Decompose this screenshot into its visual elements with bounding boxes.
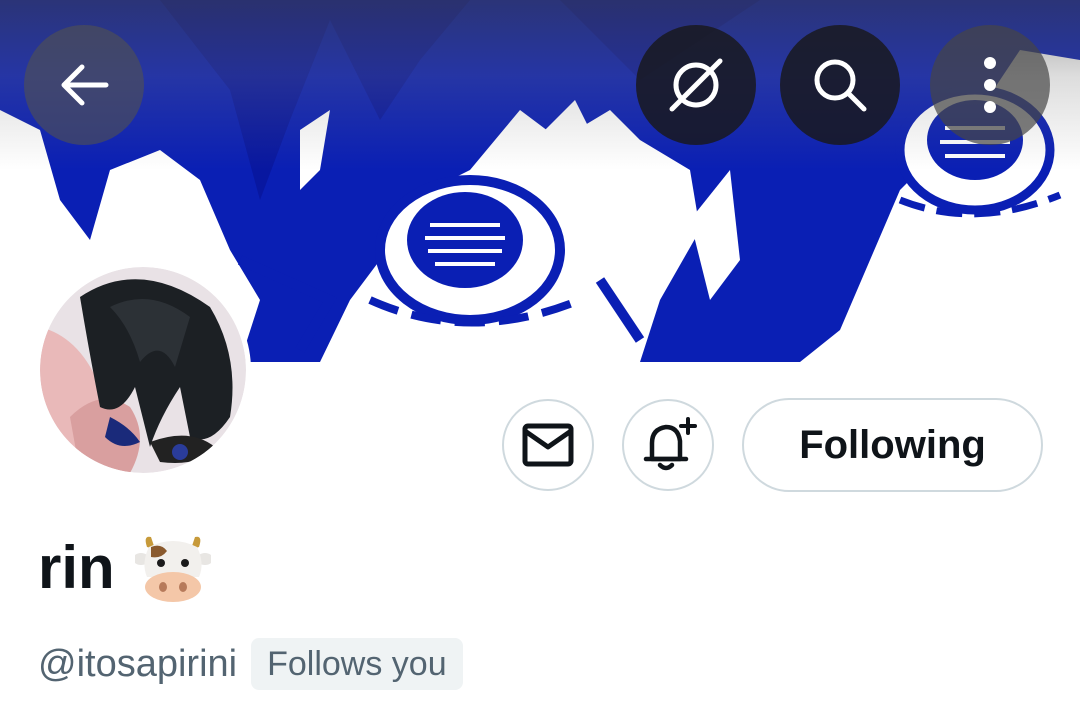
- search-icon: [814, 59, 867, 112]
- more-options-button[interactable]: [930, 25, 1050, 145]
- back-button[interactable]: [24, 25, 144, 145]
- message-button[interactable]: [502, 399, 594, 491]
- display-name: rin: [38, 534, 115, 601]
- display-name-row: rin: [38, 532, 211, 604]
- follows-you-badge: Follows you: [251, 638, 463, 690]
- grok-icon: [669, 58, 723, 112]
- handle-row: @itosapirini Follows you: [38, 636, 463, 692]
- following-button[interactable]: Following: [742, 398, 1043, 492]
- bell-plus-icon: [643, 417, 697, 471]
- notifications-button[interactable]: [622, 399, 714, 491]
- more-vertical-icon: [984, 57, 996, 113]
- handle: @itosapirini: [38, 643, 238, 685]
- arrow-left-icon: [61, 64, 109, 106]
- grok-button[interactable]: [636, 25, 756, 145]
- cow-face-emoji-icon: [134, 536, 211, 602]
- search-button[interactable]: [780, 25, 900, 145]
- avatar[interactable]: [35, 262, 251, 478]
- envelope-icon: [522, 423, 574, 467]
- profile-page: Following rin @itosapirini Follows you: [0, 0, 1080, 709]
- avatar-image: [40, 267, 246, 473]
